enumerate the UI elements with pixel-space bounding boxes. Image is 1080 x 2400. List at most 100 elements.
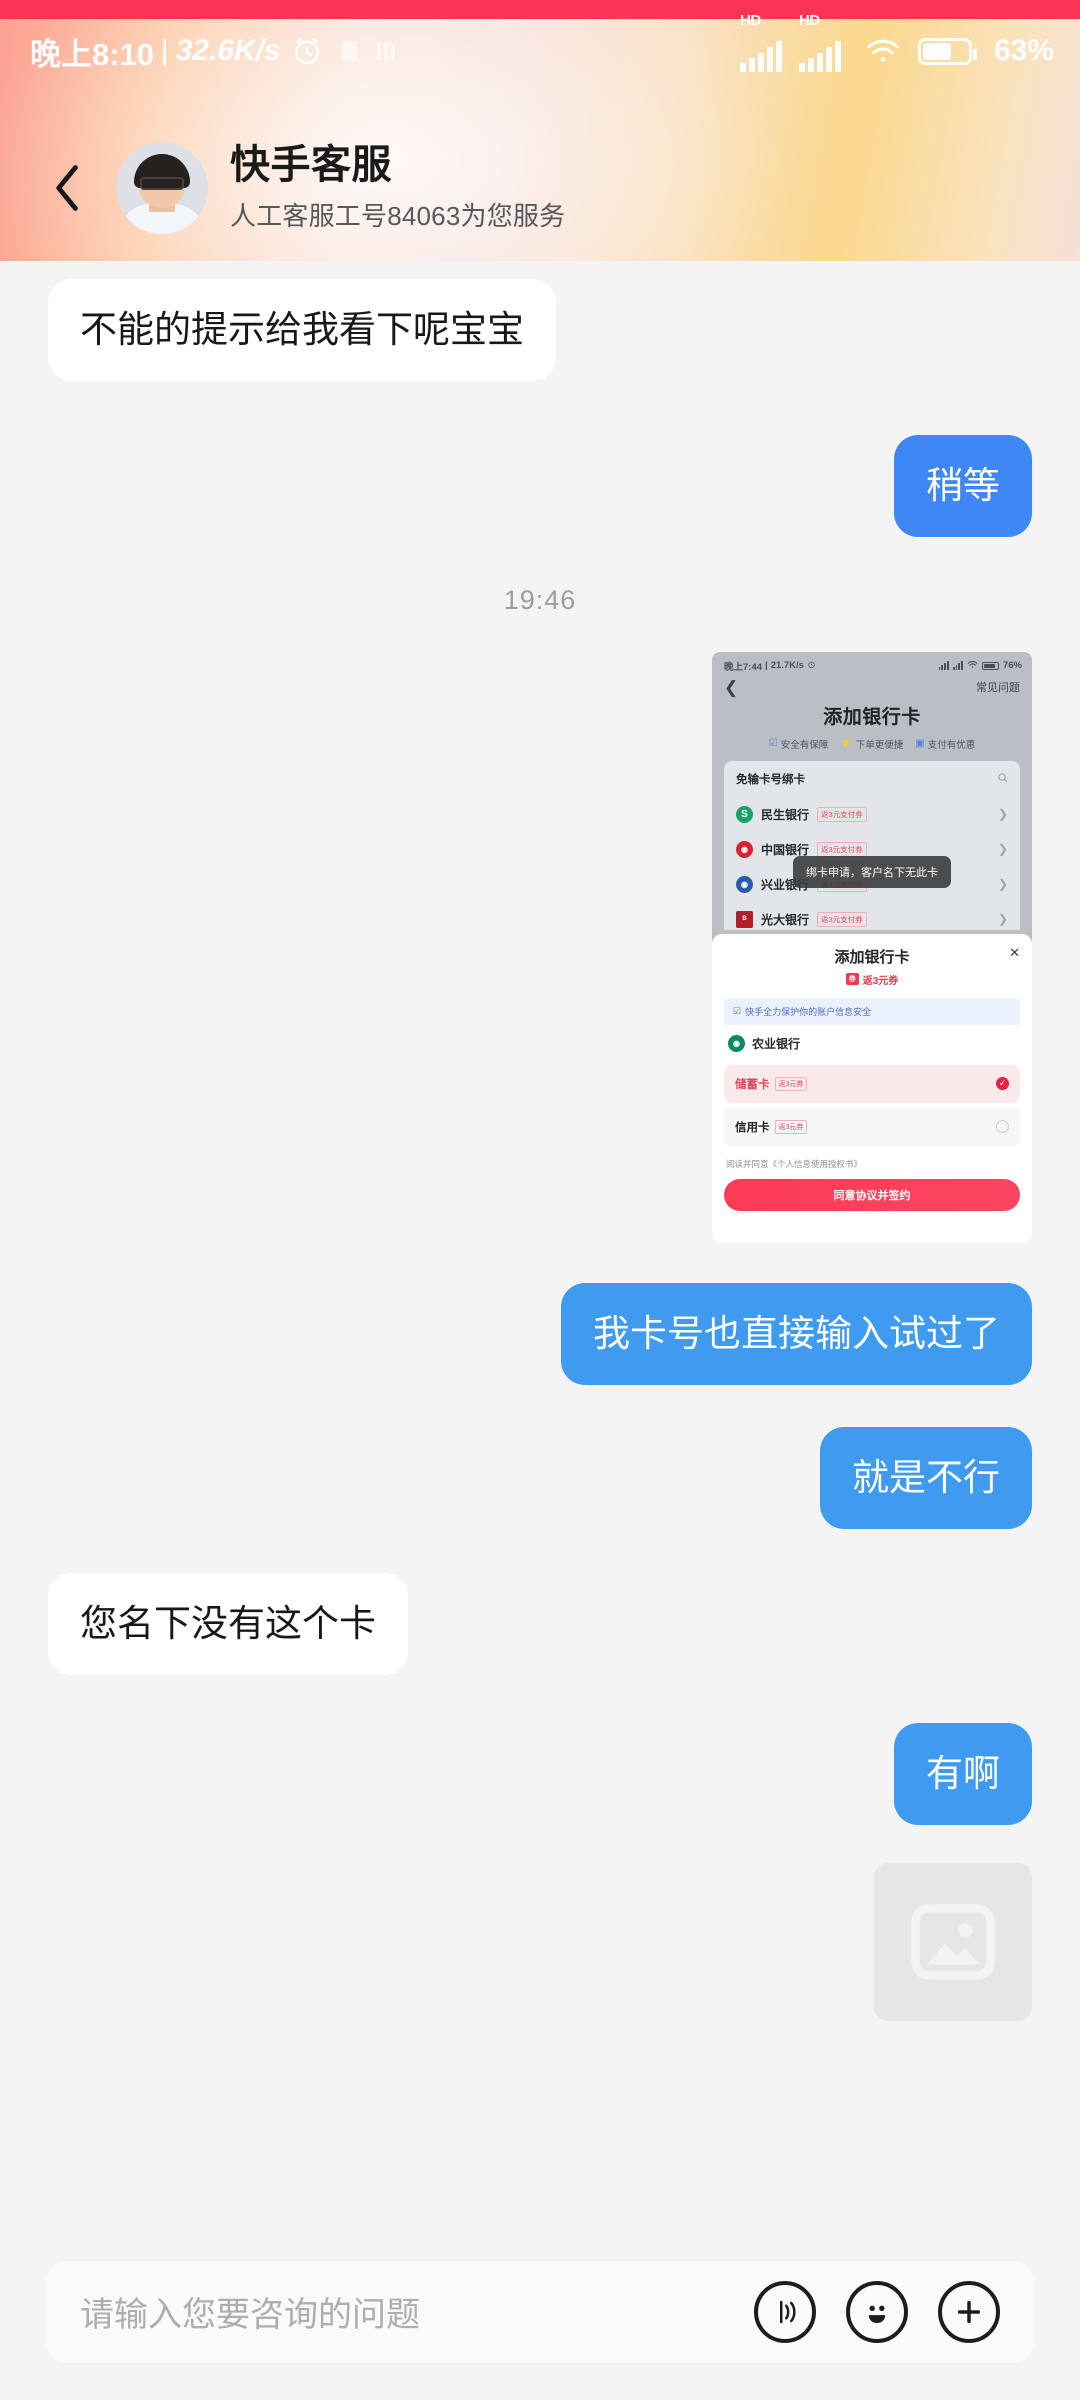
battery-percent: 63% [993,34,1054,67]
feature-label: 下单更便捷 [855,739,904,751]
chat-bubble-outgoing[interactable]: 就是不行 [820,1426,1032,1529]
toast-message: 绑卡申请，客户名下无此卡 [793,855,951,888]
option-label: 储蓄卡 [735,1078,770,1091]
agreement-text[interactable]: 阅读并同意《个人信息使用授权书》 [724,1158,1020,1170]
status-bar-left: 晚上8:10 | 32.6K/s [30,29,397,74]
coupon-text: 返3元券 [862,975,899,987]
screenshot-wifi-icon [967,660,978,672]
avatar[interactable] [116,142,208,234]
message-list[interactable]: 不能的提示给我看下呢宝宝 稍等 19:46 晚上7:44 | 21.7K/s 7… [0,261,1080,2223]
chevron-right-icon: ❯ [997,912,1008,927]
coupon-badge-icon: 券 [845,973,859,986]
message-input[interactable]: 请输入您要咨询的问题 [80,2287,754,2336]
screenshot-feature-list: ☑ 安全有保障 ⚡ 下单更便捷 ▣ 支付有优惠 [712,737,1032,761]
lightning-icon: ⚡ [840,738,853,750]
status-time: 晚上8:10 [30,36,155,72]
option-coupon-badge: 返3元券 [774,1119,808,1134]
misc-status-icon [376,42,397,60]
bank-logo-icon: ◉ [728,1034,745,1052]
option-coupon-badge: 返3元券 [774,1076,808,1091]
status-bar-right: HD HD 63% [739,12,1054,77]
smiley-face-icon[interactable] [846,2280,908,2343]
chat-bubble-incoming[interactable]: 您名下没有这个卡 [48,1572,408,1675]
screenshot-faq-link[interactable]: 常见问题 [976,679,1020,695]
agent-subtitle: 人工客服工号84063为您服务 [230,200,566,231]
screenshot-battery-icon [981,661,999,670]
screenshot-alarm-icon [807,660,816,672]
screenshot-status-bar: 晚上7:44 | 21.7K/s 76% [712,652,1032,677]
screenshot-search-row[interactable]: 免输卡号绑卡 [736,771,1008,797]
message-row-in: 不能的提示给我看下呢宝宝 [48,279,1032,381]
chevron-right-icon: ❯ [997,877,1008,892]
message-row-image [48,1862,1032,2021]
screenshot-back-button[interactable]: ❮ [724,679,738,696]
feature-label: 支付有优惠 [927,739,976,751]
message-row-out: 就是不行 [48,1426,1032,1529]
header-text-group: 快手客服 人工客服工号84063为您服务 [230,143,565,233]
screenshot-battery-percent: 76% [1002,660,1022,672]
feature-item: ☑ 安全有保障 [769,737,828,751]
input-action-icons [754,2280,1000,2343]
notification-badge-icon [341,41,357,61]
bank-list-item[interactable]: B 光大银行 返3元支付券 ❯ [736,902,1008,930]
bank-coupon-badge: 返3元支付券 [817,911,867,927]
radio-selected-icon[interactable]: ✓ [996,1077,1009,1091]
message-row-in: 您名下没有这个卡 [48,1572,1032,1675]
signal-icon-sim1: HD [739,12,782,77]
card-type-option-credit[interactable]: 信用卡 返3元券 [724,1107,1020,1146]
message-row-out: 我卡号也直接输入试过了 [48,1282,1032,1385]
bank-coupon-badge: 返3元支付券 [817,841,867,857]
bank-name: 光大银行 [761,912,810,927]
feature-label: 安全有保障 [780,739,829,751]
screenshot-attachment[interactable]: 晚上7:44 | 21.7K/s 76% ❮ 常见问题 添加银行卡 ☑ 安全有保… [712,651,1032,1243]
submit-agreement-button[interactable]: 同意协议并签约 [724,1178,1020,1211]
message-input-pill[interactable]: 请输入您要咨询的问题 [46,2260,1034,2363]
safety-notice: ☑ 快手全力保护你的账户信息安全 [724,997,1020,1025]
voice-wave-icon[interactable] [754,2280,816,2343]
chat-screen: 晚上8:10 | 32.6K/s HD HD 63% 快手客服 人工客服工号84… [0,0,1080,2400]
shield-check-icon: ☑ [733,1005,742,1016]
bank-logo-icon: ◉ [736,875,753,893]
card-type-option-debit[interactable]: 储蓄卡 返3元券 ✓ [724,1064,1020,1103]
sheet-bank-name: 农业银行 [752,1036,801,1051]
network-speed: 32.6K/s [175,34,281,67]
search-icon[interactable] [997,772,1008,786]
chevron-right-icon: ❯ [997,807,1008,822]
message-row-out: 稍等 [48,434,1032,537]
app-header: 快手客服 人工客服工号84063为您服务 [0,130,1080,246]
safety-text: 快手全力保护你的账户信息安全 [745,1006,872,1017]
image-attachment-placeholder[interactable] [874,1862,1032,2021]
message-row-out: 有啊 [48,1722,1032,1825]
plus-circle-icon[interactable] [938,2280,1000,2343]
sheet-bank-row: ◉ 农业银行 [724,1025,1020,1060]
back-button[interactable] [46,159,90,217]
hd-label-2: HD [798,11,820,29]
hd-label-1: HD [739,11,761,29]
wifi-icon [864,36,902,66]
chat-bubble-outgoing[interactable]: 有啊 [894,1722,1032,1825]
bank-logo-icon: ◉ [736,840,753,858]
screenshot-status-time: 晚上7:44 [724,661,763,673]
chat-bubble-outgoing[interactable]: 稍等 [894,434,1032,537]
alarm-clock-icon [290,34,324,68]
bank-list-item[interactable]: S 民生银行 返3元支付券 ❯ [736,797,1008,832]
battery-icon [917,37,977,65]
top-accent-strip [0,0,1080,19]
screenshot-net-speed: 21.7K/s [770,660,804,672]
bank-coupon-badge: 返3元支付券 [817,806,867,822]
signal-icon-sim2: HD [798,12,841,77]
bank-name: 民生银行 [761,807,810,822]
screenshot-status-sep: | [765,660,768,672]
page-title: 快手客服 [230,143,392,188]
message-row-screenshot: 晚上7:44 | 21.7K/s 76% ❮ 常见问题 添加银行卡 ☑ 安全有保… [48,651,1032,1243]
screenshot-page-title: 添加银行卡 [823,706,921,728]
close-icon[interactable]: ✕ [1009,946,1020,959]
chat-bubble-outgoing[interactable]: 我卡号也直接输入试过了 [561,1282,1032,1385]
message-timestamp: 19:46 [503,584,577,615]
status-separator: | [161,34,169,67]
screenshot-footer-pad [712,1224,1032,1243]
radio-unselected-icon[interactable] [996,1120,1009,1134]
chevron-right-icon: ❯ [997,842,1008,857]
timestamp-row: 19:46 [48,585,1032,616]
chat-bubble-incoming[interactable]: 不能的提示给我看下呢宝宝 [48,279,556,381]
